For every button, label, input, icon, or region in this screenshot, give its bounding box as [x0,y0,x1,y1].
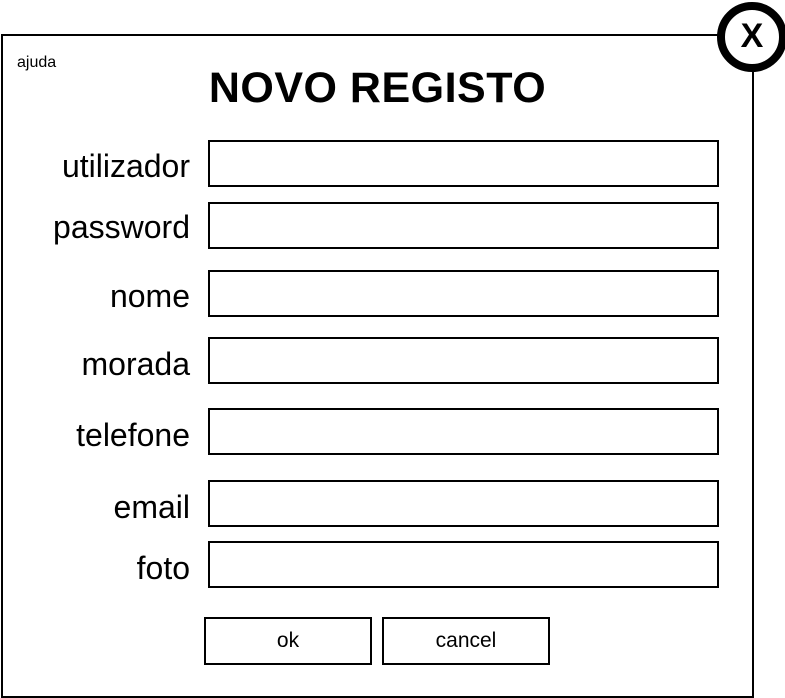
field-label-email: email [113,489,190,525]
cancel-button[interactable]: cancel [382,617,550,665]
field-label-nome: nome [109,278,190,314]
nome-input[interactable] [208,270,719,317]
utilizador-input[interactable] [208,140,719,187]
close-icon: X [740,17,764,55]
foto-input[interactable] [208,541,719,588]
morada-input[interactable] [208,337,719,384]
field-label-foto: foto [136,550,190,586]
ok-button[interactable]: ok [204,617,372,665]
field-label-password: password [53,209,190,245]
field-label-morada: morada [81,346,191,382]
close-button[interactable]: X [717,2,785,72]
dialog-title: NOVO REGISTO [208,64,547,112]
telefone-input[interactable] [208,408,719,455]
password-input[interactable] [208,202,719,249]
field-label-telefone: telefone [76,417,190,453]
field-label-utilizador: utilizador [61,148,190,184]
email-input[interactable] [208,480,719,527]
